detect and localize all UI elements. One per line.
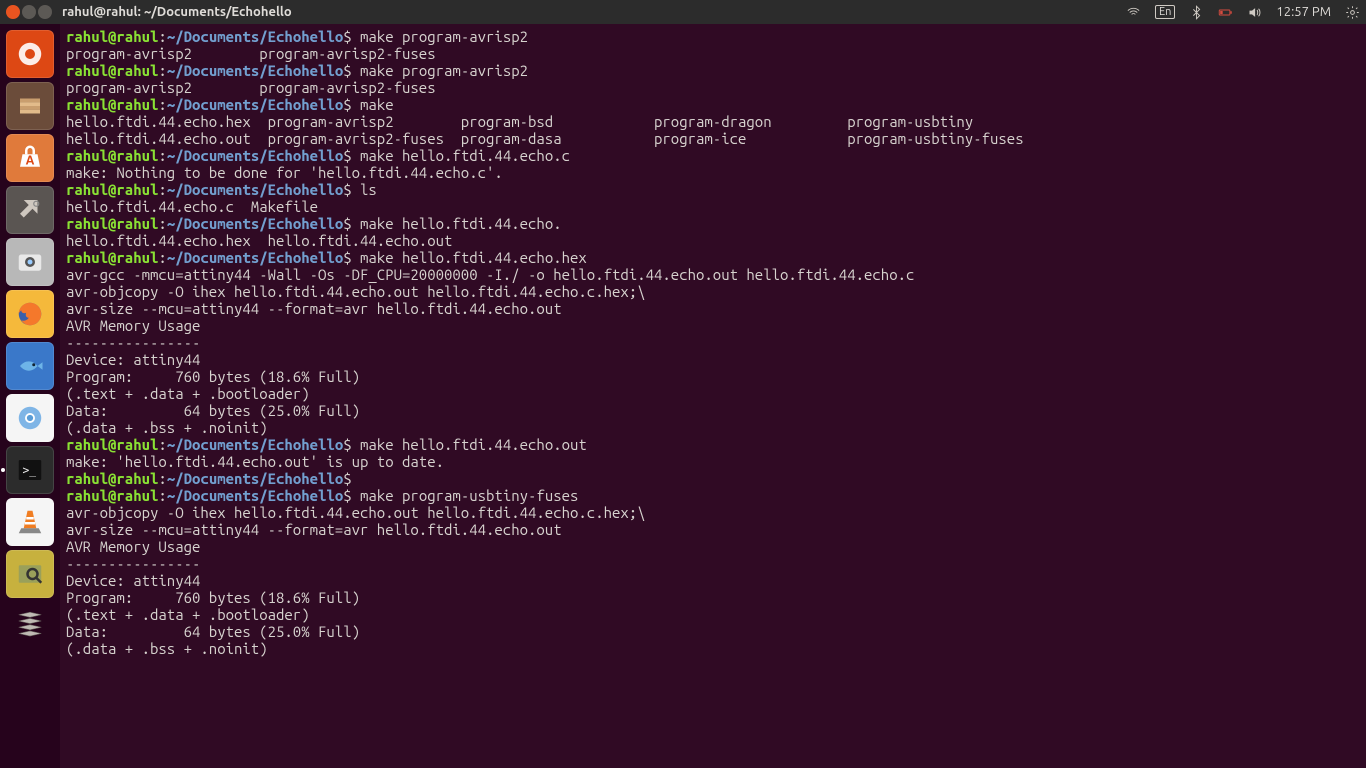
terminal-output-line: Data: 64 bytes (25.0% Full) bbox=[66, 623, 1360, 640]
prompt-user: rahul@rahul bbox=[66, 28, 158, 45]
bluetooth-icon[interactable] bbox=[1189, 5, 1204, 20]
terminal-output-line: hello.ftdi.44.echo.c Makefile bbox=[66, 198, 1360, 215]
terminal-output-line: Data: 64 bytes (25.0% Full) bbox=[66, 402, 1360, 419]
prompt-user: rahul@rahul bbox=[66, 487, 158, 504]
prompt-path: ~/Documents/Echohello bbox=[167, 470, 343, 487]
terminal-output-line: make: 'hello.ftdi.44.echo.out' is up to … bbox=[66, 453, 1360, 470]
terminal-output-line: ---------------- bbox=[66, 334, 1360, 351]
terminal-output-line: Program: 760 bytes (18.6% Full) bbox=[66, 589, 1360, 606]
terminal-prompt-line: rahul@rahul:~/Documents/Echohello$ make bbox=[66, 96, 1360, 113]
launcher-software[interactable]: A bbox=[6, 134, 54, 182]
launcher-camera-app[interactable] bbox=[6, 238, 54, 286]
terminal-output-line: program-avrisp2 program-avrisp2-fuses bbox=[66, 45, 1360, 62]
terminal-output-line: avr-size --mcu=attiny44 --format=avr hel… bbox=[66, 300, 1360, 317]
prompt-command: make program-usbtiny-fuses bbox=[360, 487, 578, 504]
maximize-icon[interactable] bbox=[38, 5, 52, 19]
launcher-settings[interactable] bbox=[6, 186, 54, 234]
terminal-prompt-line: rahul@rahul:~/Documents/Echohello$ make … bbox=[66, 147, 1360, 164]
svg-text:A: A bbox=[25, 153, 34, 167]
launcher-vlc[interactable] bbox=[6, 498, 54, 546]
prompt-path: ~/Documents/Echohello bbox=[167, 96, 343, 113]
terminal[interactable]: rahul@rahul:~/Documents/Echohello$ make … bbox=[60, 24, 1366, 768]
terminal-output-line: Program: 760 bytes (18.6% Full) bbox=[66, 368, 1360, 385]
terminal-output-line: AVR Memory Usage bbox=[66, 538, 1360, 555]
launcher-image-viewer[interactable] bbox=[6, 550, 54, 598]
prompt-command: make hello.ftdi.44.echo.out bbox=[360, 436, 587, 453]
terminal-output-line: (.data + .bss + .noinit) bbox=[66, 419, 1360, 436]
sound-icon[interactable] bbox=[1247, 5, 1262, 20]
prompt-path: ~/Documents/Echohello bbox=[167, 215, 343, 232]
terminal-output-line: make: Nothing to be done for 'hello.ftdi… bbox=[66, 164, 1360, 181]
prompt-path: ~/Documents/Echohello bbox=[167, 62, 343, 79]
menubar: rahul@rahul: ~/Documents/Echohello En 12… bbox=[0, 0, 1366, 24]
prompt-path: ~/Documents/Echohello bbox=[167, 147, 343, 164]
prompt-path: ~/Documents/Echohello bbox=[167, 249, 343, 266]
terminal-prompt-line: rahul@rahul:~/Documents/Echohello$ make … bbox=[66, 436, 1360, 453]
prompt-command: make program-avrisp2 bbox=[360, 28, 528, 45]
prompt-user: rahul@rahul bbox=[66, 62, 158, 79]
launcher-files[interactable] bbox=[6, 82, 54, 130]
terminal-output-line: AVR Memory Usage bbox=[66, 317, 1360, 334]
terminal-output-line: ---------------- bbox=[66, 555, 1360, 572]
prompt-user: rahul@rahul bbox=[66, 215, 158, 232]
clock[interactable]: 12:57 PM bbox=[1276, 5, 1331, 19]
terminal-prompt-line: rahul@rahul:~/Documents/Echohello$ bbox=[66, 470, 1360, 487]
launcher-terminal[interactable]: >_ bbox=[6, 446, 54, 494]
terminal-output-line: Device: attiny44 bbox=[66, 572, 1360, 589]
terminal-prompt-line: rahul@rahul:~/Documents/Echohello$ make … bbox=[66, 215, 1360, 232]
terminal-prompt-line: rahul@rahul:~/Documents/Echohello$ ls bbox=[66, 181, 1360, 198]
close-icon[interactable] bbox=[6, 5, 20, 19]
prompt-command: ls bbox=[360, 181, 377, 198]
system-tray: En 12:57 PM bbox=[1126, 5, 1360, 20]
minimize-icon[interactable] bbox=[22, 5, 36, 19]
prompt-command: make hello.ftdi.44.echo. bbox=[360, 215, 562, 232]
prompt-command: make program-avrisp2 bbox=[360, 62, 528, 79]
terminal-output-line: hello.ftdi.44.echo.hex hello.ftdi.44.ech… bbox=[66, 232, 1360, 249]
prompt-user: rahul@rahul bbox=[66, 470, 158, 487]
launcher-chromium[interactable] bbox=[6, 394, 54, 442]
terminal-output-line: Device: attiny44 bbox=[66, 351, 1360, 368]
prompt-user: rahul@rahul bbox=[66, 147, 158, 164]
prompt-path: ~/Documents/Echohello bbox=[167, 28, 343, 45]
keyboard-layout-indicator[interactable]: En bbox=[1155, 5, 1175, 19]
terminal-output-line: (.data + .bss + .noinit) bbox=[66, 640, 1360, 657]
launcher-workspace-switcher[interactable] bbox=[6, 602, 54, 650]
prompt-command: make bbox=[360, 96, 394, 113]
wifi-icon[interactable] bbox=[1126, 5, 1141, 20]
terminal-prompt-line: rahul@rahul:~/Documents/Echohello$ make … bbox=[66, 62, 1360, 79]
launcher-firefox[interactable] bbox=[6, 290, 54, 338]
prompt-user: rahul@rahul bbox=[66, 96, 158, 113]
prompt-path: ~/Documents/Echohello bbox=[167, 487, 343, 504]
terminal-prompt-line: rahul@rahul:~/Documents/Echohello$ make … bbox=[66, 487, 1360, 504]
svg-text:>_: >_ bbox=[23, 464, 37, 477]
launcher-bluefish[interactable] bbox=[6, 342, 54, 390]
launcher-running-pip bbox=[1, 468, 5, 472]
window-controls bbox=[6, 5, 52, 19]
window-title: rahul@rahul: ~/Documents/Echohello bbox=[62, 5, 292, 19]
terminal-output-line: (.text + .data + .bootloader) bbox=[66, 606, 1360, 623]
battery-icon[interactable] bbox=[1218, 5, 1233, 20]
terminal-output-line: program-avrisp2 program-avrisp2-fuses bbox=[66, 79, 1360, 96]
terminal-output-line: avr-objcopy -O ihex hello.ftdi.44.echo.o… bbox=[66, 504, 1360, 521]
launcher: A >_ bbox=[0, 24, 60, 768]
terminal-output-line: hello.ftdi.44.echo.out program-avrisp2-f… bbox=[66, 130, 1360, 147]
prompt-path: ~/Documents/Echohello bbox=[167, 436, 343, 453]
prompt-user: rahul@rahul bbox=[66, 181, 158, 198]
terminal-output-line: avr-size --mcu=attiny44 --format=avr hel… bbox=[66, 521, 1360, 538]
prompt-command: make hello.ftdi.44.echo.hex bbox=[360, 249, 587, 266]
prompt-user: rahul@rahul bbox=[66, 436, 158, 453]
terminal-output-line: hello.ftdi.44.echo.hex program-avrisp2 p… bbox=[66, 113, 1360, 130]
terminal-output-line: (.text + .data + .bootloader) bbox=[66, 385, 1360, 402]
gear-icon[interactable] bbox=[1345, 5, 1360, 20]
terminal-prompt-line: rahul@rahul:~/Documents/Echohello$ make … bbox=[66, 249, 1360, 266]
launcher-dash[interactable] bbox=[6, 30, 54, 78]
prompt-path: ~/Documents/Echohello bbox=[167, 181, 343, 198]
prompt-user: rahul@rahul bbox=[66, 249, 158, 266]
terminal-output-line: avr-gcc -mmcu=attiny44 -Wall -Os -DF_CPU… bbox=[66, 266, 1360, 283]
terminal-output-line: avr-objcopy -O ihex hello.ftdi.44.echo.o… bbox=[66, 283, 1360, 300]
terminal-prompt-line: rahul@rahul:~/Documents/Echohello$ make … bbox=[66, 28, 1360, 45]
prompt-command: make hello.ftdi.44.echo.c bbox=[360, 147, 570, 164]
